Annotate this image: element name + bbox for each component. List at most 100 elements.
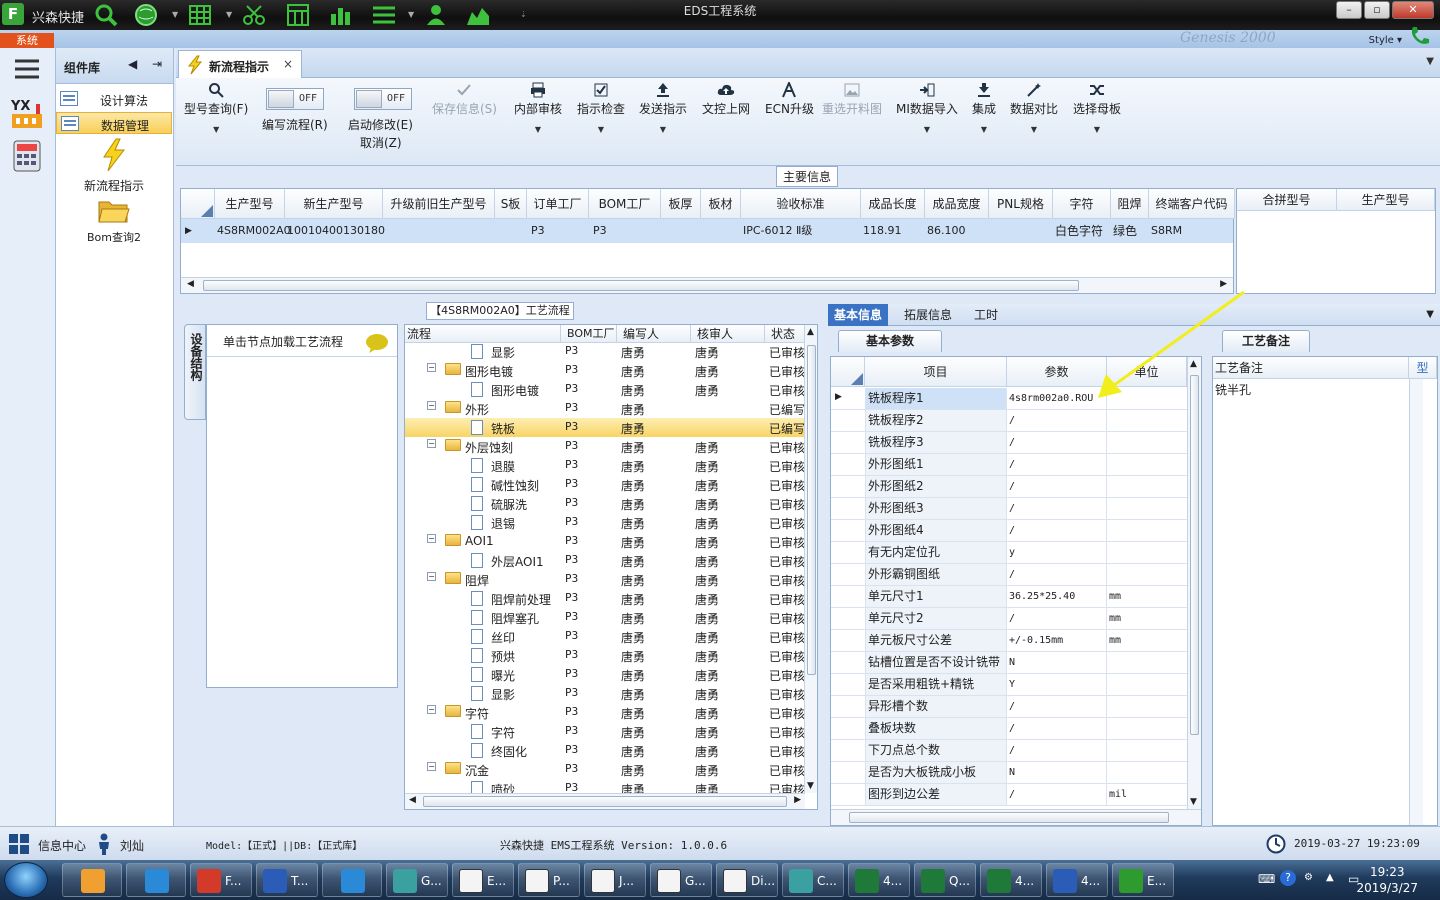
tree-row[interactable]: 丝印 P3 唐勇 唐勇 已审核 bbox=[405, 627, 805, 646]
col-acceptance-standard[interactable]: 验收标准 bbox=[741, 189, 861, 219]
param-row[interactable]: 外形图纸1/ bbox=[831, 454, 1187, 476]
tree-vertical-scrollbar[interactable]: ▲ ▼ bbox=[804, 325, 817, 793]
collapse-node-icon[interactable]: − bbox=[427, 401, 436, 410]
param-unit[interactable] bbox=[1107, 740, 1187, 761]
param-value[interactable]: Y bbox=[1007, 674, 1107, 695]
param-row[interactable]: 钻槽位置是否不设计铣带 N bbox=[831, 652, 1187, 674]
taskbar-clock[interactable]: 19:23 2019/3/27 bbox=[1356, 864, 1418, 896]
reselect-layout-button[interactable]: 重选开料图 bbox=[822, 82, 882, 117]
param-unit[interactable] bbox=[1107, 564, 1187, 585]
col-reviewer[interactable]: 核审人 bbox=[691, 325, 765, 343]
cell-legend[interactable]: 白色字符 bbox=[1055, 219, 1103, 243]
scrollbar-thumb[interactable] bbox=[1190, 375, 1199, 735]
param-row[interactable]: 异形槽个数 / bbox=[831, 696, 1187, 718]
param-row[interactable]: 铣板程序2/ bbox=[831, 410, 1187, 432]
param-value[interactable]: / bbox=[1007, 784, 1107, 805]
grid-apps-icon[interactable] bbox=[8, 833, 30, 855]
taskbar-button[interactable]: 4... bbox=[848, 863, 910, 897]
tree-row[interactable]: 铣板 P3 唐勇 已编写 bbox=[405, 418, 805, 437]
minimize-button[interactable]: – bbox=[1336, 1, 1362, 19]
tree-row[interactable]: 预烘 P3 唐勇 唐勇 已审核 bbox=[405, 646, 805, 665]
param-value[interactable]: / bbox=[1007, 476, 1107, 497]
param-row[interactable]: 叠板块数 / bbox=[831, 718, 1187, 740]
col-product-length[interactable]: 成品长度 bbox=[861, 189, 925, 219]
tree-row[interactable]: − 外形 P3 唐勇 已编写 bbox=[405, 399, 805, 418]
scissors-icon[interactable] bbox=[240, 3, 268, 27]
scroll-down-icon[interactable]: ▼ bbox=[1190, 797, 1197, 807]
tree-row[interactable]: 阻焊塞孔 P3 唐勇 唐勇 已审核 bbox=[405, 608, 805, 627]
taskbar-button[interactable]: 4... bbox=[1046, 863, 1108, 897]
close-button[interactable]: ✕ bbox=[1392, 1, 1434, 19]
param-unit[interactable] bbox=[1107, 542, 1187, 563]
pin-icon[interactable]: ⇥ bbox=[152, 57, 162, 71]
col-type[interactable]: 型 bbox=[1409, 357, 1437, 379]
collapse-left-icon[interactable]: ◀ bbox=[128, 57, 137, 71]
tree-row[interactable]: 退膜 P3 唐勇 唐勇 已审核 bbox=[405, 456, 805, 475]
col-end-customer-code[interactable]: 终端客户代码 bbox=[1149, 189, 1235, 219]
integrate-button[interactable]: 集成 ▼ bbox=[972, 82, 996, 134]
cell-end-customer-code[interactable]: S8RM bbox=[1151, 219, 1182, 243]
param-value[interactable]: y bbox=[1007, 542, 1107, 563]
param-unit[interactable]: mm bbox=[1107, 608, 1187, 629]
param-row[interactable]: 下刀点总个数 / bbox=[831, 740, 1187, 762]
tree-row[interactable]: 硫脲洗 P3 唐勇 唐勇 已审核 bbox=[405, 494, 805, 513]
tab-new-flow-instruction[interactable]: 新流程指示 × bbox=[178, 50, 302, 78]
param-row[interactable]: 外形图纸2/ bbox=[831, 476, 1187, 498]
param-row[interactable]: 外形霸铜图纸 / bbox=[831, 564, 1187, 586]
param-row[interactable]: 单元尺寸1 36.25*25.40 mm bbox=[831, 586, 1187, 608]
data-compare-button[interactable]: 数据对比 ▼ bbox=[1010, 82, 1058, 134]
taskbar-button[interactable]: F... bbox=[190, 863, 252, 897]
yx-factory-icon[interactable]: YX bbox=[10, 96, 44, 133]
show-hidden-icons[interactable]: ▲ bbox=[1326, 872, 1334, 883]
keyboard-icon[interactable]: ⌨ bbox=[1258, 872, 1275, 886]
col-order-factory[interactable]: 订单工厂 bbox=[527, 189, 589, 219]
col-solder-mask[interactable]: 阻焊 bbox=[1111, 189, 1149, 219]
main-grid-horizontal-scrollbar[interactable]: ◀ ▶ bbox=[181, 277, 1233, 293]
col-material[interactable]: 板材 bbox=[701, 189, 741, 219]
mi-import-button[interactable]: MI数据导入 ▼ bbox=[896, 82, 958, 134]
table-icon[interactable] bbox=[186, 3, 214, 27]
param-value[interactable]: 36.25*25.40 bbox=[1007, 586, 1107, 607]
globe-icon[interactable] bbox=[132, 3, 160, 27]
tree-row[interactable]: 显影 P3 唐勇 唐勇 已审核 bbox=[405, 684, 805, 703]
param-unit[interactable] bbox=[1107, 454, 1187, 475]
cell-order-factory[interactable]: P3 bbox=[531, 219, 545, 243]
subtab-basic-params[interactable]: 基本参数 bbox=[838, 330, 942, 352]
param-unit[interactable] bbox=[1107, 432, 1187, 453]
customize-quickaccess-icon[interactable]: ⇣ bbox=[520, 10, 527, 19]
param-unit[interactable] bbox=[1107, 696, 1187, 717]
col-merge-model[interactable]: 合拼型号 bbox=[1237, 189, 1337, 211]
param-row[interactable]: 铣板程序3/ bbox=[831, 432, 1187, 454]
list-icon[interactable] bbox=[370, 3, 398, 27]
library-item-data-management[interactable]: 数据管理 bbox=[56, 112, 172, 134]
scrollbar-thumb[interactable] bbox=[423, 796, 787, 807]
tree-row[interactable]: − AOI1 P3 唐勇 唐勇 已审核 bbox=[405, 532, 805, 551]
upload-doc-button[interactable]: 文控上网 bbox=[702, 82, 750, 117]
param-row[interactable]: 外形图纸4/ bbox=[831, 520, 1187, 542]
scroll-down-icon[interactable]: ▼ bbox=[807, 781, 814, 791]
send-instruction-button[interactable]: 发送指示 ▼ bbox=[639, 82, 687, 134]
param-value[interactable]: N bbox=[1007, 762, 1107, 783]
system-menu-tab[interactable]: 系统 bbox=[0, 33, 54, 48]
col-new-production-model[interactable]: 新生产型号 bbox=[285, 189, 383, 219]
param-value[interactable]: / bbox=[1007, 454, 1107, 475]
tree-row[interactable]: 显影 P3 唐勇 唐勇 已审核 bbox=[405, 342, 805, 361]
param-unit[interactable] bbox=[1107, 718, 1187, 739]
param-value[interactable]: / bbox=[1007, 740, 1107, 761]
col-product-width[interactable]: 成品宽度 bbox=[925, 189, 989, 219]
tree-row[interactable]: 终固化 P3 唐勇 唐勇 已审核 bbox=[405, 741, 805, 760]
chevron-down-icon[interactable]: ▼ bbox=[226, 10, 232, 19]
save-info-button[interactable]: 保存信息(S) bbox=[432, 82, 497, 117]
cancel-button[interactable]: 取消(Z) bbox=[360, 134, 402, 151]
param-value[interactable]: +/-0.15mm bbox=[1007, 630, 1107, 651]
tree-row[interactable]: 字符 P3 唐勇 唐勇 已审核 bbox=[405, 722, 805, 741]
col-status[interactable]: 状态 bbox=[765, 325, 805, 343]
cell-product-length[interactable]: 118.91 bbox=[863, 219, 902, 243]
param-value[interactable]: N bbox=[1007, 652, 1107, 673]
tree-row[interactable]: − 图形电镀 P3 唐勇 唐勇 已审核 bbox=[405, 361, 805, 380]
ecn-upgrade-button[interactable]: ECN升级 bbox=[765, 82, 814, 117]
tab-close-icon[interactable]: × bbox=[283, 57, 293, 71]
param-value[interactable]: / bbox=[1007, 410, 1107, 431]
hamburger-menu-icon[interactable] bbox=[14, 58, 40, 83]
scroll-right-icon[interactable]: ▶ bbox=[794, 795, 801, 805]
